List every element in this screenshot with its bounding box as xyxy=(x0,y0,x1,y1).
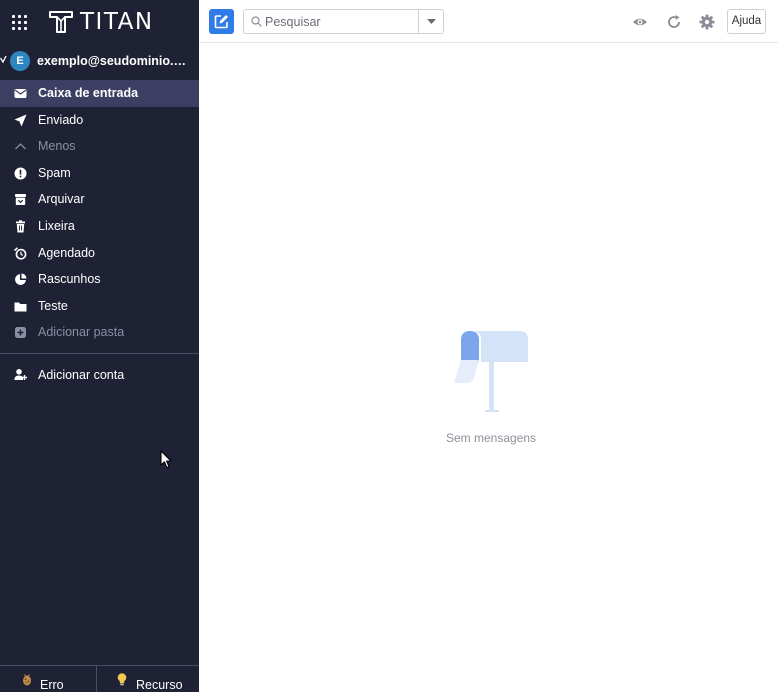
avatar: E xyxy=(10,51,30,71)
add-account-label: Adicionar conta xyxy=(38,368,125,382)
chevron-up-icon xyxy=(15,143,26,150)
search-box xyxy=(243,9,444,34)
compose-icon xyxy=(214,15,228,29)
compose-button[interactable] xyxy=(209,9,234,34)
mailbox-illustration xyxy=(454,331,528,412)
folder-label: Caixa de entrada xyxy=(38,86,139,100)
archive-icon xyxy=(15,194,26,206)
folder-label: Agendado xyxy=(38,245,96,260)
search-options-button[interactable] xyxy=(418,10,443,33)
folder-archive[interactable]: Arquivar xyxy=(0,186,199,213)
folder-drafts[interactable]: Rascunhos xyxy=(0,266,199,293)
search-input[interactable] xyxy=(265,13,415,30)
envelope-icon xyxy=(14,89,27,98)
brand-bar: TITAN xyxy=(0,0,199,44)
error-button[interactable]: Erro xyxy=(0,666,96,692)
app-window: TITAN E exemplo@seudominio.co... Caixa d… xyxy=(0,0,778,692)
folder-label: Adicionar pasta xyxy=(38,325,125,340)
search-icon xyxy=(251,16,262,27)
alarm-clock-icon xyxy=(14,246,27,260)
folder-label: Arquivar xyxy=(38,192,85,207)
add-folder-button[interactable]: Adicionar pasta xyxy=(0,319,199,346)
exclamation-circle-icon xyxy=(14,167,27,180)
sidebar-footer: Erro Recurso xyxy=(0,665,199,692)
gear-icon[interactable] xyxy=(699,14,715,30)
brand-name: TITAN xyxy=(80,9,154,35)
folder-label: Spam xyxy=(38,165,71,180)
folder-label: Rascunhos xyxy=(38,272,101,287)
folder-label: Enviado xyxy=(38,112,84,127)
folder-spam[interactable]: Spam xyxy=(0,160,199,187)
paper-plane-icon xyxy=(14,114,27,127)
caret-down-icon xyxy=(427,19,436,24)
account-row[interactable]: E exemplo@seudominio.co... xyxy=(0,48,199,74)
sidebar: TITAN E exemplo@seudominio.co... Caixa d… xyxy=(0,0,199,692)
message-list-empty: Sem mensagens xyxy=(199,43,778,692)
lightbulb-icon xyxy=(117,673,127,686)
sidebar-divider xyxy=(0,353,199,354)
folder-trash[interactable]: Lixeira xyxy=(0,213,199,240)
empty-state-message: Sem mensagens xyxy=(445,431,537,445)
folder-inbox[interactable]: Caixa de entrada xyxy=(0,80,199,107)
draft-icon xyxy=(15,273,27,286)
toolbar: Ajuda xyxy=(199,0,778,43)
eye-icon[interactable] xyxy=(632,14,648,30)
folder-icon xyxy=(14,302,27,312)
bug-icon xyxy=(23,674,31,686)
help-button[interactable]: Ajuda xyxy=(727,9,766,34)
feature-button[interactable]: Recurso xyxy=(96,666,199,692)
error-label: Erro xyxy=(40,678,64,692)
folder-scheduled[interactable]: Agendado xyxy=(0,240,199,267)
folder-list: Caixa de entrada Enviado Menos Spam Arqu… xyxy=(0,80,199,346)
add-account-button[interactable]: Adicionar conta xyxy=(0,362,199,388)
folder-label: Lixeira xyxy=(38,218,75,233)
chevron-down-icon xyxy=(0,55,7,64)
titan-logo: TITAN xyxy=(48,9,154,35)
app-grid-icon[interactable] xyxy=(12,15,27,30)
add-folder-icon xyxy=(15,327,26,339)
add-user-icon xyxy=(14,369,27,380)
folder-teste[interactable]: Teste xyxy=(0,293,199,320)
account-email: exemplo@seudominio.co... xyxy=(37,54,187,68)
titan-logo-icon xyxy=(49,11,73,33)
folder-label: Teste xyxy=(38,298,68,313)
feature-label: Recurso xyxy=(136,678,183,692)
folder-sent[interactable]: Enviado xyxy=(0,107,199,134)
folder-toggle-less[interactable]: Menos xyxy=(0,133,199,160)
refresh-icon[interactable] xyxy=(666,14,682,30)
folder-label: Menos xyxy=(38,139,76,154)
trash-icon xyxy=(16,220,25,233)
